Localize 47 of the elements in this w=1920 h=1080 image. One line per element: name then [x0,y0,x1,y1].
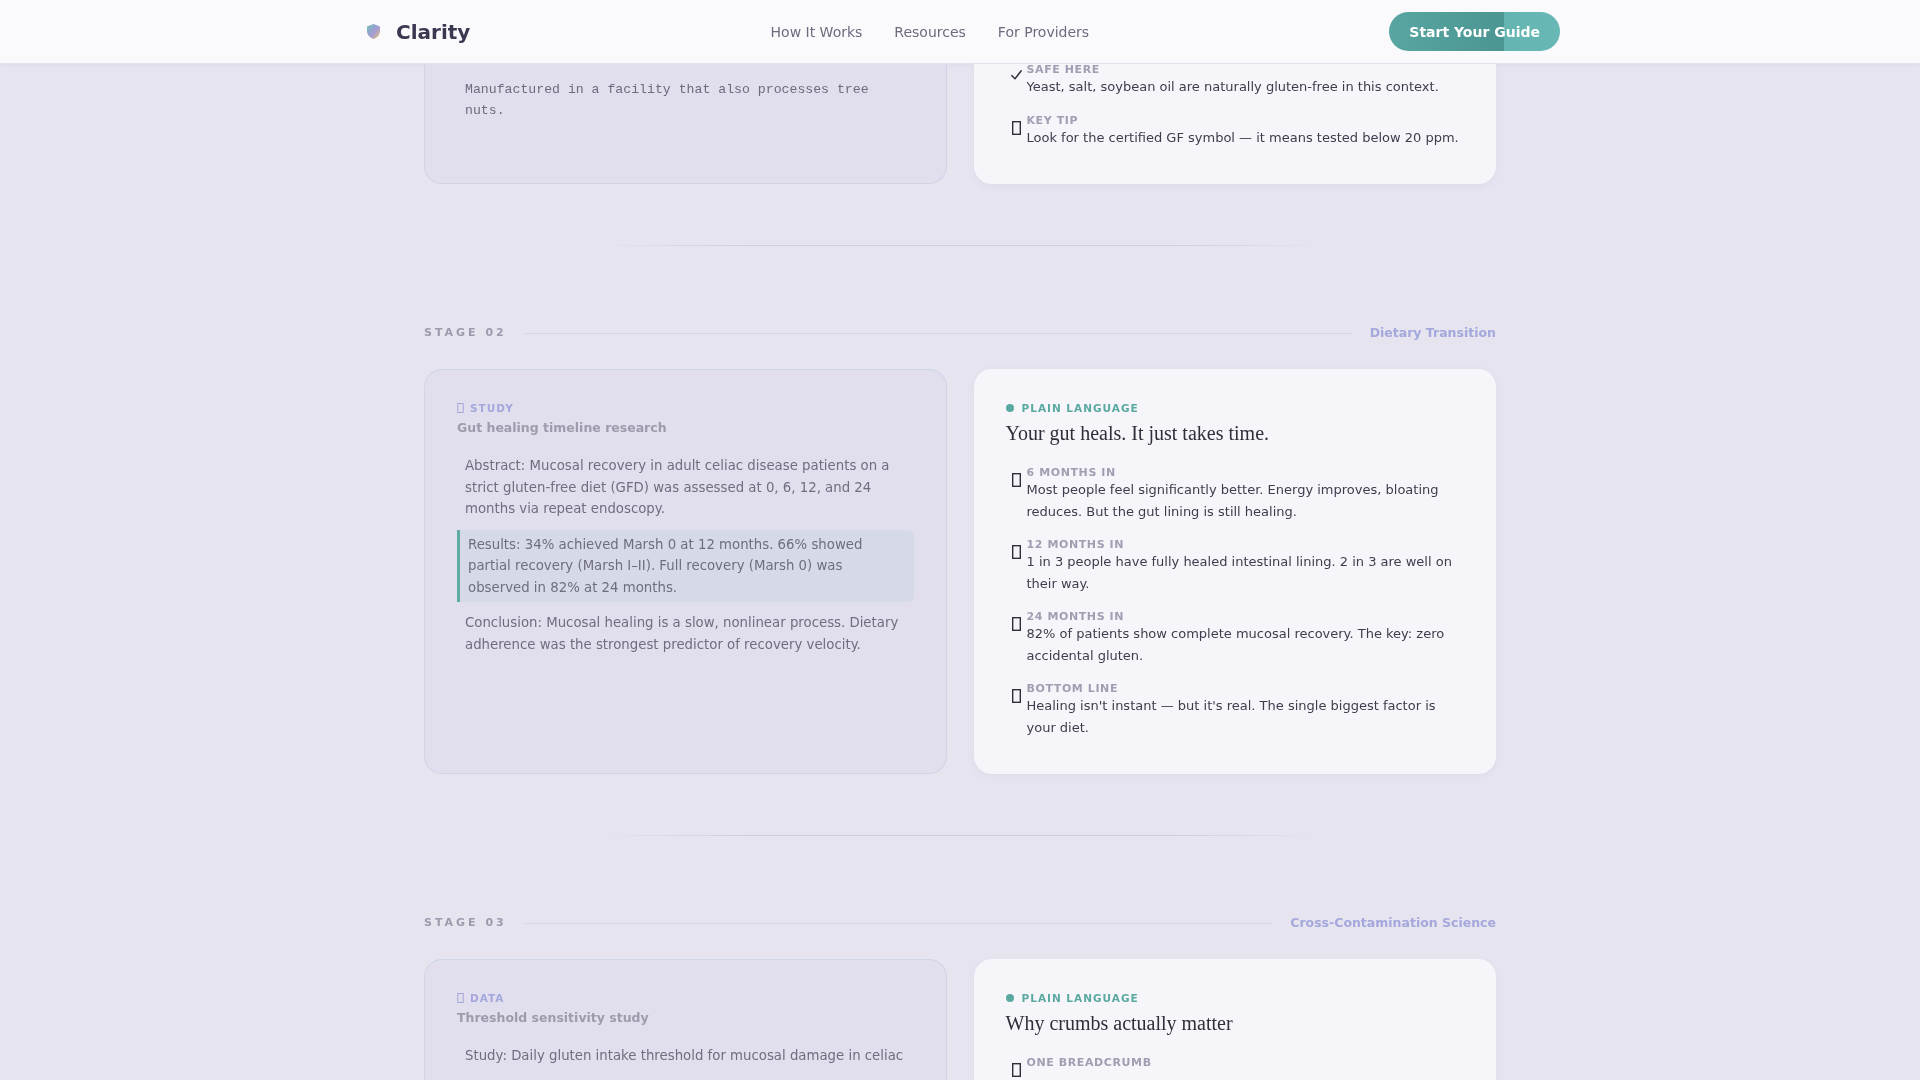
paragraph-text: Conclusion: Mucosal healing is a slow, nonlinear process. Dietary adherence was the strongest predictor of recovery velocity. [464,614,900,654]
hollow-rectangle-icon [1011,473,1021,487]
hollow-rectangle-icon [1011,617,1021,631]
dot-icon [1005,404,1014,412]
hollow-rectangle-icon [1011,1063,1021,1077]
hollow-rectangle-icon [1011,545,1021,559]
item-text: Look for the certified GF symbol — it means tested below 20 ppm. [1026,128,1460,147]
hollow-rectangle-icon [1011,689,1021,703]
category-label: DATA [470,991,505,1005]
paragraph-text: Study: Daily gluten intake threshold for mucosal damage in celiac [464,1047,905,1065]
hollow-rectangle-icon [457,993,464,1003]
item-label: ONE BREADCRUMB [1026,1057,1153,1069]
shield-icon [367,24,380,39]
highlighted-paragraph: Results: 34% achieved Marsh 0 at 12 months. 66% showed partial recovery (Marsh I–II). Full recovery (Marsh 0) was observed in 82% at 24 months. [457,529,914,602]
item-label: 24 MONTHS IN [1026,611,1126,623]
stage-topic: Cross-Contamination Science [1290,916,1496,930]
hollow-rectangle-icon [1011,120,1021,135]
category-label: STUDY [470,401,514,415]
nav-link[interactable]: For Providers [997,22,1090,41]
item-text: Yeast, salt, soybean oil are naturally gluten-free in this context. [1026,78,1440,96]
item-label: KEY TIP [1026,114,1080,127]
item-text: Most people feel significantly better. Energy improves, bloating reduces. But the gut lining is still healing. [1026,481,1440,521]
item-text: Healing isn't instant — but it's real. The single biggest factor is your diet. [1026,697,1437,737]
card-heading: Your gut heals. It just takes time. [1005,421,1270,446]
check-icon [1010,70,1022,80]
language-label: PLAIN LANGUAGE [1021,401,1139,415]
item-text: 82% of patients show complete mucosal recovery. The key: zero accidental gluten. [1026,625,1446,665]
paragraph-text: Abstract: Mucosal recovery in adult celiac disease patients on a strict gluten-free diet (GFD) was assessed at 0, 6, 12, and 24 months via repeat endoscopy. [464,457,891,518]
language-label: PLAIN LANGUAGE [1021,991,1139,1005]
study-title: Threshold sensitivity study [457,1009,650,1027]
brand-name: Clarity [396,19,471,44]
item-text: 1 in 3 people have fully healed intestinal lining. 2 in 3 are well on their way. [1026,553,1453,593]
monospace-text: Manufactured in a facility that also processes tree nuts. [464,81,870,120]
item-label: 6 MONTHS IN [1026,467,1117,479]
stage-topic: Dietary Transition [1369,326,1496,340]
item-label: 12 MONTHS IN [1026,539,1126,551]
card-heading: Why crumbs actually matter [1005,1011,1234,1036]
dot-icon [1005,994,1014,1002]
nav-link[interactable]: How It Works [770,22,863,41]
stage-label: STAGE 02 [424,326,507,340]
hollow-rectangle-icon [457,403,464,413]
item-label: BOTTOM LINE [1026,683,1120,695]
start-guide-button[interactable]: Start Your Guide [1389,12,1560,51]
stage-label: STAGE 03 [424,916,507,930]
study-title: Gut healing timeline research [457,419,668,437]
nav-link[interactable]: Resources [894,22,966,41]
item-label: SAFE HERE [1026,64,1101,76]
